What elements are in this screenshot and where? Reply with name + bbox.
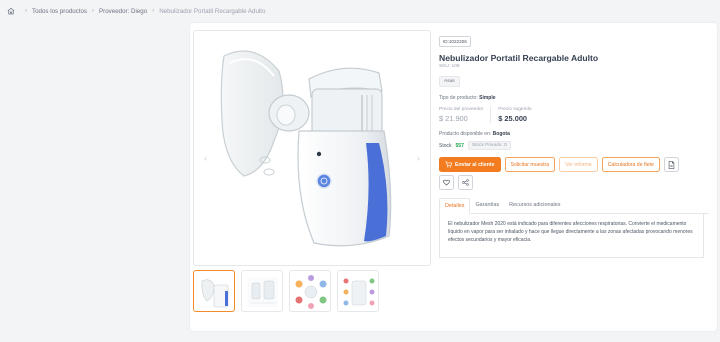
- thumbnail-3[interactable]: [289, 270, 331, 312]
- breadcrumb: › Todos los productos › Proveedor: Diego…: [7, 5, 265, 17]
- thumbnail-2[interactable]: [241, 270, 283, 312]
- prices: Precio del proveedor $ 21.900 Precio sug…: [439, 107, 709, 123]
- tab-warranties[interactable]: Garantías: [470, 198, 504, 213]
- product-type: Tipo de producto: Simple: [439, 95, 709, 101]
- thumbnail-image: [248, 277, 278, 307]
- freight-calculator-button[interactable]: Calculadora de flete: [601, 157, 660, 172]
- tab-details[interactable]: Detalles: [439, 198, 471, 214]
- pdf-download-button[interactable]: [663, 157, 679, 172]
- breadcrumb-provider[interactable]: Proveedor: Diego: [99, 8, 147, 15]
- provider-price-label: Precio del proveedor: [439, 107, 484, 112]
- availability: Producto disponible en: Bogota: [439, 131, 709, 137]
- chevron-left-icon[interactable]: ‹: [204, 153, 207, 163]
- chevron-right-icon: ›: [25, 8, 27, 14]
- product-info: ID:1022206 Nebulizador Portatil Recargab…: [439, 30, 709, 258]
- favorite-button[interactable]: [439, 175, 454, 190]
- cart-icon: [445, 161, 452, 168]
- product-main-image[interactable]: ‹ ›: [193, 30, 431, 266]
- share-icon: [462, 179, 469, 186]
- thumbnail-image: [343, 278, 375, 306]
- thumbnail-image: [201, 279, 229, 308]
- suggested-price: Precio sugerido $ 25.000: [490, 107, 538, 123]
- breadcrumb-current: Nebulizador Portatil Recargable Adulto: [159, 7, 266, 15]
- product-description: El nebulizador Mesh 2020 está indicado p…: [439, 214, 704, 258]
- thumbnail-strip: [193, 270, 379, 312]
- provider-price: Precio del proveedor $ 21.900: [439, 107, 490, 123]
- thumbnail-image: [295, 275, 327, 309]
- send-to-client-label: Enviar al cliente: [455, 161, 495, 168]
- private-stock-badge: Stock Privado: 0: [467, 141, 511, 150]
- breadcrumb-all-products[interactable]: Todos los productos: [32, 8, 87, 15]
- stock-value: 557: [455, 142, 464, 149]
- view-report-button[interactable]: Ver informe: [559, 157, 598, 172]
- heart-icon: [443, 179, 450, 186]
- request-sample-button[interactable]: Solicitar muestra: [504, 157, 556, 172]
- suggested-price-label: Precio sugerido: [498, 107, 532, 112]
- thumbnail-1[interactable]: [193, 270, 235, 312]
- availability-label: Producto disponible en:: [439, 131, 492, 137]
- home-icon[interactable]: [7, 7, 15, 15]
- product-sku: SKU: 108: [439, 64, 460, 69]
- stock-row: Stock 557 Stock Privado: 0: [439, 141, 709, 150]
- provider-price-value: $ 21.900: [439, 114, 468, 123]
- product-tag: Asas: [439, 76, 460, 87]
- thumbnail-4[interactable]: [337, 270, 379, 312]
- product-type-label: Tipo de producto:: [439, 95, 478, 101]
- chevron-right-icon: ›: [92, 8, 95, 14]
- chevron-right-icon[interactable]: ›: [417, 153, 420, 163]
- document-icon: [668, 160, 675, 169]
- nebulizer-image: [220, 50, 392, 247]
- secondary-actions: [439, 175, 709, 190]
- product-type-value: Simple: [479, 95, 496, 101]
- product-id-chip: ID:1022206: [439, 36, 471, 47]
- share-button[interactable]: [458, 175, 473, 190]
- product-title: Nebulizador Portatil Recargable Adulto: [439, 53, 599, 63]
- product-tabs: Detalles Garantías Recursos adicionales: [439, 198, 709, 214]
- tab-additional-resources[interactable]: Recursos adicionales: [504, 198, 565, 213]
- availability-city: Bogota: [492, 131, 510, 137]
- chevron-right-icon: ›: [152, 8, 155, 14]
- stock-label: Stock: [439, 142, 452, 149]
- send-to-client-button[interactable]: Enviar al cliente: [439, 157, 501, 172]
- action-buttons: Enviar al cliente Solicitar muestra Ver …: [439, 157, 709, 172]
- suggested-price-value: $ 25.000: [498, 114, 528, 123]
